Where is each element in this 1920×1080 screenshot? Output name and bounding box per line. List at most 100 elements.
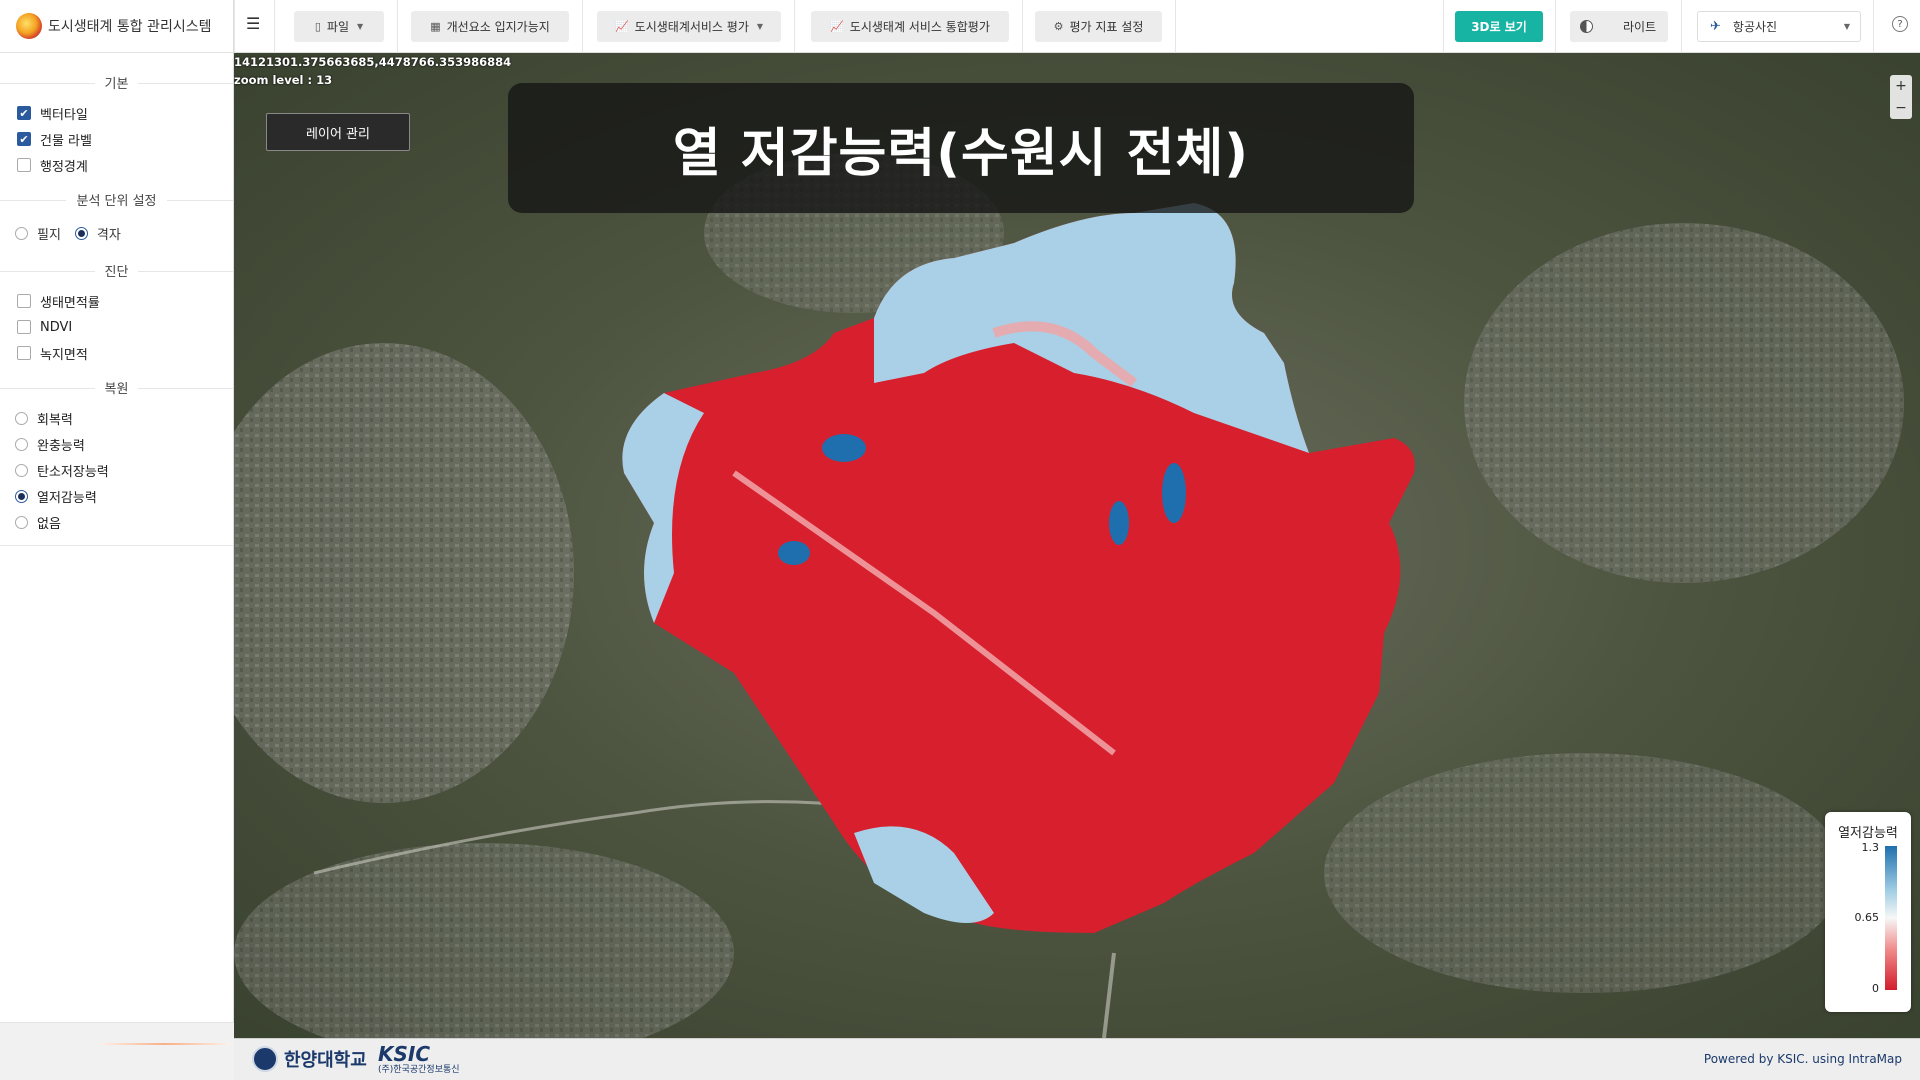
option-eco-area-ratio[interactable]: 생태면적률 bbox=[0, 288, 233, 314]
option-label: 탄소저장능력 bbox=[37, 464, 109, 480]
hanyang-logo: 한양대학교 bbox=[252, 1046, 367, 1072]
checkbox-icon[interactable] bbox=[17, 346, 31, 360]
radio-icon[interactable] bbox=[15, 463, 28, 477]
radio-grid[interactable]: 격자 bbox=[74, 224, 121, 243]
chart-icon: 📈 bbox=[614, 20, 629, 33]
checkbox-icon[interactable] bbox=[17, 294, 31, 308]
basemap-select[interactable]: ✈ 항공사진 ▼ bbox=[1697, 11, 1861, 42]
option-admin-boundary[interactable]: 행정경계 bbox=[0, 152, 233, 178]
option-building-label[interactable]: ✔ 건물 라벨 bbox=[0, 126, 233, 152]
option-label: 녹지면적 bbox=[40, 347, 88, 363]
option-vector-tile[interactable]: ✔ 벡터타일 bbox=[0, 100, 233, 126]
water-body bbox=[822, 434, 866, 462]
zoom-level-text: zoom level : 13 bbox=[234, 73, 333, 87]
water-body bbox=[1109, 501, 1129, 545]
checkbox-icon[interactable] bbox=[17, 158, 31, 172]
radio-parcel[interactable]: 필지 bbox=[15, 224, 61, 243]
chart-icon: 📈 bbox=[830, 20, 844, 33]
zoom-control: + − bbox=[1890, 75, 1912, 119]
radio-carbon[interactable]: 탄소저장능력 bbox=[0, 457, 233, 483]
section-unit-title: 분석 단위 설정 bbox=[0, 190, 233, 209]
option-label: 생태면적률 bbox=[40, 295, 100, 311]
option-label: NDVI bbox=[40, 319, 73, 335]
gear-icon: ⚙ bbox=[1053, 20, 1064, 33]
app-window: 도시생태계 통합 관리시스템 기본 ✔ 벡터타일 ✔ 건물 라벨 행정경계 분석 단… bbox=[0, 0, 1920, 1080]
airplane-icon: ✈ bbox=[1710, 19, 1721, 34]
legend-mid: 0.65 bbox=[1854, 911, 1880, 924]
zoom-out-button[interactable]: − bbox=[1895, 100, 1907, 116]
caret-down-icon: ▼ bbox=[1843, 22, 1850, 31]
divider bbox=[1022, 0, 1023, 53]
legend-max: 1.3 bbox=[1861, 841, 1880, 854]
urban-area bbox=[1324, 753, 1844, 993]
divider bbox=[1681, 0, 1682, 53]
map-title: 열 저감능력(수원시 전체) bbox=[672, 123, 1250, 184]
section-basic-title: 기본 bbox=[0, 73, 233, 92]
radio-resilience[interactable]: 회복력 bbox=[0, 405, 233, 431]
service-eval-menu-button[interactable]: 📈 도시생태계서비스 평가 ▼ bbox=[597, 11, 781, 42]
radio-icon[interactable] bbox=[15, 411, 28, 425]
option-label: 행정경계 bbox=[40, 159, 88, 175]
file-icon: ▯ bbox=[314, 20, 321, 33]
divider bbox=[1873, 0, 1874, 53]
option-label: 건물 라벨 bbox=[40, 133, 92, 149]
legend-color-bar bbox=[1885, 846, 1897, 990]
radio-icon[interactable] bbox=[15, 226, 28, 240]
caret-down-icon: ▼ bbox=[357, 22, 364, 31]
radio-none[interactable]: 없음 bbox=[0, 509, 233, 535]
divider bbox=[397, 0, 398, 53]
radio-selected-icon[interactable] bbox=[74, 226, 88, 240]
option-label: 회복력 bbox=[37, 412, 73, 428]
divider bbox=[1443, 0, 1444, 53]
file-menu-button[interactable]: ▯ 파일 ▼ bbox=[294, 11, 384, 42]
coordinate-readout: 14121301.375663685,4478766.353986884 zoo… bbox=[234, 53, 511, 89]
calculator-icon: ▦ bbox=[430, 20, 441, 33]
menu-icon[interactable]: ☰ bbox=[246, 14, 260, 33]
water-body bbox=[1162, 463, 1186, 523]
contrast-icon bbox=[1580, 20, 1593, 33]
app-title: 도시생태계 통합 관리시스템 bbox=[48, 19, 212, 35]
view-3d-button[interactable]: 3D로 보기 bbox=[1455, 11, 1543, 42]
option-label: 필지 bbox=[37, 227, 61, 243]
sidebar: 도시생태계 통합 관리시스템 기본 ✔ 벡터타일 ✔ 건물 라벨 행정경계 분석 단… bbox=[0, 0, 234, 1080]
coordinate-text: 14121301.375663685,4478766.353986884 bbox=[234, 55, 512, 69]
divider bbox=[274, 0, 275, 53]
ksic-logo: KSIC (주)한국공간정보통신 bbox=[378, 1042, 460, 1075]
map-view[interactable]: 14121301.375663685,4478766.353986884 zoo… bbox=[234, 53, 1920, 1038]
option-label: 벡터타일 bbox=[40, 107, 88, 123]
legend-min: 0 bbox=[1872, 982, 1879, 995]
divider bbox=[1175, 0, 1176, 53]
section-diagnosis-title: 진단 bbox=[0, 261, 233, 280]
index-setting-button[interactable]: ⚙ 평가 지표 설정 bbox=[1035, 11, 1162, 42]
radio-buffer[interactable]: 완충능력 bbox=[0, 431, 233, 457]
option-label: 격자 bbox=[96, 227, 121, 243]
divider bbox=[234, 0, 235, 53]
option-ndvi[interactable]: NDVI bbox=[0, 314, 233, 340]
divider bbox=[582, 0, 583, 53]
checkbox-checked-icon[interactable]: ✔ bbox=[17, 132, 31, 146]
zoom-in-button[interactable]: + bbox=[1895, 78, 1907, 94]
option-label: 열저감능력 bbox=[37, 490, 97, 506]
water-body bbox=[778, 541, 810, 565]
improvement-site-button[interactable]: ▦ 개선요소 입지가능지 bbox=[411, 11, 569, 42]
help-icon[interactable]: ? bbox=[1892, 16, 1908, 32]
integrated-eval-button[interactable]: 📈 도시생태계 서비스 통합평가 bbox=[811, 11, 1009, 42]
theme-toggle-button[interactable]: 라이트 bbox=[1570, 11, 1668, 42]
radio-icon[interactable] bbox=[15, 437, 28, 451]
radio-selected-icon[interactable] bbox=[15, 489, 28, 503]
section-restore-title: 복원 bbox=[0, 378, 233, 397]
app-logo-icon bbox=[16, 13, 42, 39]
radio-heat-reduction[interactable]: 열저감능력 bbox=[0, 483, 233, 509]
checkbox-icon[interactable] bbox=[17, 320, 31, 334]
brand-header[interactable]: 도시생태계 통합 관리시스템 bbox=[0, 0, 233, 53]
radio-icon[interactable] bbox=[15, 515, 28, 529]
divider bbox=[0, 545, 233, 546]
map-title-banner: 열 저감능력(수원시 전체) bbox=[508, 83, 1414, 213]
checkbox-checked-icon[interactable]: ✔ bbox=[17, 106, 31, 120]
divider bbox=[794, 0, 795, 53]
divider bbox=[1555, 0, 1556, 53]
option-green-area[interactable]: 녹지면적 bbox=[0, 340, 233, 366]
footer: 한양대학교 KSIC (주)한국공간정보통신 Powered by KSIC. … bbox=[234, 1038, 1920, 1080]
layer-manage-button[interactable]: 레이어 관리 bbox=[266, 113, 410, 151]
university-seal-icon bbox=[252, 1046, 278, 1072]
